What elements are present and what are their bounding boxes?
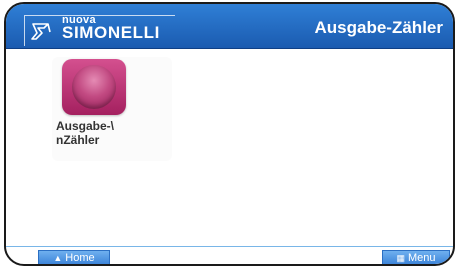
app-tile-ausgabe-zaehler[interactable]: Ausgabe-\ nZähler bbox=[52, 57, 172, 161]
menu-button-label: Menu bbox=[407, 252, 436, 264]
home-icon: ▲ bbox=[53, 252, 63, 263]
footer-divider bbox=[6, 246, 453, 247]
menu-button[interactable]: ▦ Menu bbox=[382, 250, 450, 264]
logo-brand: SIMONELLI bbox=[62, 23, 160, 42]
dispense-counter-icon[interactable] bbox=[62, 59, 126, 115]
device-frame: nuova SIMONELLI Ausgabe-Zähler Ausgabe-\… bbox=[4, 2, 455, 266]
header-bar: nuova SIMONELLI Ausgabe-Zähler bbox=[6, 4, 453, 49]
app-label: Ausgabe-\ nZähler bbox=[56, 119, 115, 147]
home-button-label: Home bbox=[65, 252, 95, 264]
home-button[interactable]: ▲ Home bbox=[38, 250, 110, 264]
page-title: Ausgabe-Zähler bbox=[314, 18, 443, 37]
menu-icon: ▦ bbox=[396, 252, 405, 263]
app-icon-circle bbox=[72, 65, 116, 109]
simonelli-logo-icon bbox=[31, 23, 51, 40]
